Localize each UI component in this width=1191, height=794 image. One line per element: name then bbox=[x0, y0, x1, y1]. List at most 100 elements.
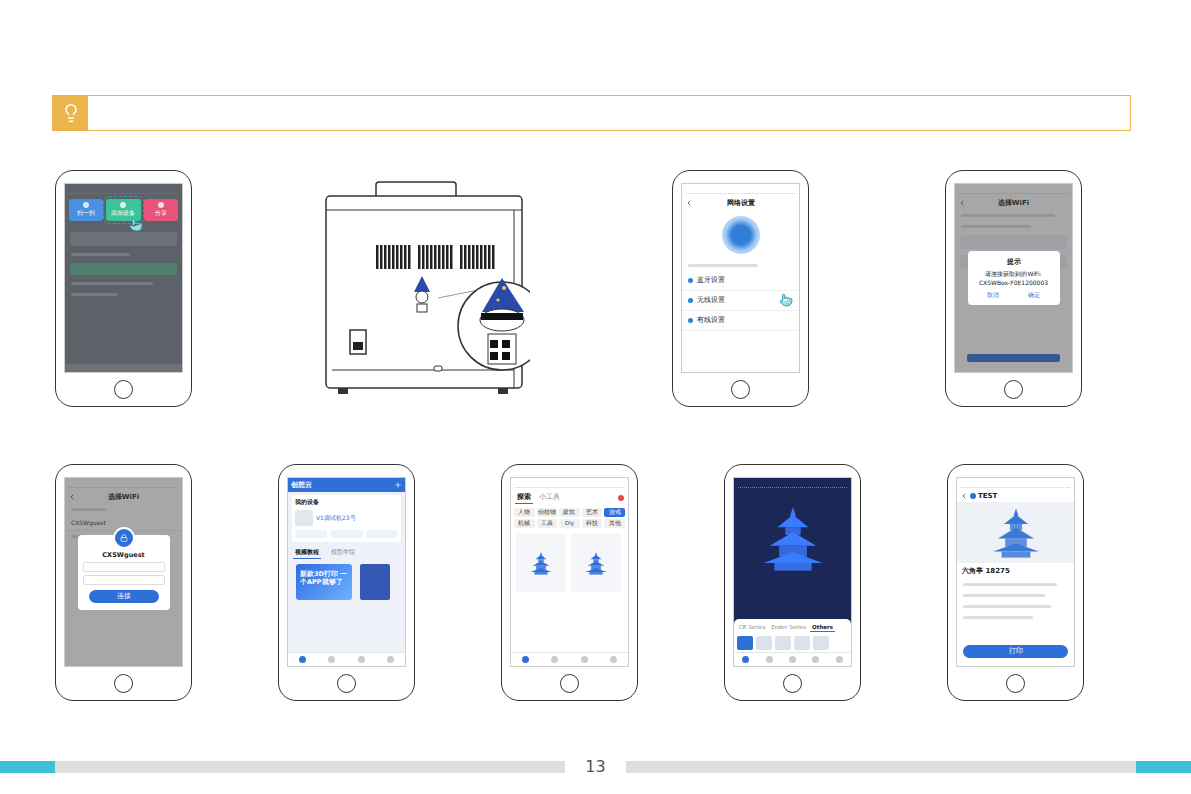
category-chip[interactable]: 其他 bbox=[604, 519, 625, 528]
screen-header: TEST bbox=[957, 490, 1074, 502]
category-chip[interactable]: Diy bbox=[559, 519, 580, 528]
home-button[interactable] bbox=[337, 674, 356, 693]
wizard-qr-icon bbox=[480, 278, 524, 364]
hand-pointer-icon bbox=[779, 293, 793, 309]
nav-tab-icon[interactable] bbox=[551, 656, 558, 663]
dialog-button[interactable]: 取消 bbox=[987, 291, 999, 300]
back-icon[interactable] bbox=[685, 199, 693, 207]
nav-tab-icon[interactable] bbox=[789, 656, 796, 663]
bottom-nav bbox=[511, 652, 628, 666]
category-chip[interactable]: 人物 bbox=[514, 508, 535, 517]
home-button[interactable] bbox=[731, 380, 750, 399]
category-chip[interactable]: 科技 bbox=[582, 519, 603, 528]
printer-model-icon[interactable] bbox=[775, 636, 791, 650]
placeholder-line bbox=[963, 594, 1045, 597]
nav-tab-icon[interactable] bbox=[742, 656, 749, 663]
gift-icon[interactable] bbox=[618, 495, 624, 501]
home-button[interactable] bbox=[1006, 674, 1025, 693]
printer-model-icon[interactable] bbox=[737, 636, 753, 650]
password-input[interactable] bbox=[83, 562, 165, 572]
network-option[interactable]: 蓝牙设置 bbox=[682, 271, 799, 291]
device-action[interactable] bbox=[295, 530, 327, 538]
action-button[interactable]: 分享 bbox=[144, 199, 178, 221]
pagoda-model-icon bbox=[992, 506, 1040, 559]
device-card: 我的设备V1调试机23号 bbox=[292, 495, 401, 542]
category-chip[interactable]: 建筑 bbox=[559, 508, 580, 517]
section-tab[interactable]: 视频教程 bbox=[293, 547, 321, 559]
category-chip[interactable]: 工具 bbox=[537, 519, 558, 528]
nav-tab-icon[interactable] bbox=[581, 656, 588, 663]
network-option[interactable]: 无线设置 bbox=[682, 291, 799, 311]
series-tab[interactable]: Others bbox=[810, 623, 835, 632]
home-button[interactable] bbox=[114, 380, 133, 399]
series-tab[interactable]: CR Series bbox=[737, 623, 767, 632]
device-action[interactable] bbox=[330, 530, 362, 538]
screen-header: 网络设置 bbox=[682, 196, 799, 210]
nav-tab-icon[interactable] bbox=[836, 656, 843, 663]
connect-button[interactable]: 连接 bbox=[89, 590, 159, 603]
category-chip[interactable]: 游戏 bbox=[604, 508, 625, 517]
power-socket-icon bbox=[350, 330, 366, 354]
top-row: 扫一扫添加设备分享 网络设置蓝牙设置无线设置有线设置 选择WiFi提示请连接获取到的… bbox=[0, 170, 1191, 410]
model-card[interactable] bbox=[571, 534, 621, 592]
printer-model-icon[interactable] bbox=[756, 636, 772, 650]
phone-screen: 选择WiFiCXSWguestCXSWguest连接 bbox=[64, 477, 183, 667]
pagoda-model-icon bbox=[530, 551, 552, 575]
modal-overlay: CXSWguest连接 bbox=[65, 478, 182, 666]
tip-bar bbox=[52, 95, 1131, 131]
bottom-nav bbox=[734, 652, 851, 666]
model-card[interactable] bbox=[516, 534, 566, 592]
printer-model-icon[interactable] bbox=[794, 636, 810, 650]
footer-bar bbox=[55, 761, 565, 773]
bottom-nav bbox=[288, 652, 405, 666]
dialog-button[interactable]: 确定 bbox=[1028, 291, 1040, 300]
device-action[interactable] bbox=[366, 530, 398, 538]
home-button[interactable] bbox=[114, 674, 133, 693]
nav-tab-icon[interactable] bbox=[299, 656, 306, 663]
printer-illustration bbox=[318, 170, 530, 406]
nav-tab-icon[interactable] bbox=[812, 656, 819, 663]
action-button[interactable]: 扫一扫 bbox=[69, 199, 103, 221]
action-button[interactable]: 添加设备 bbox=[106, 199, 140, 221]
nav-tab-icon[interactable] bbox=[766, 656, 773, 663]
placeholder-block bbox=[70, 232, 177, 246]
phone-frame: 扫一扫添加设备分享 bbox=[55, 170, 192, 407]
phone-screen: 探索小工具人物动植物建筑艺术游戏机械工具Diy科技其他 bbox=[510, 477, 629, 667]
nav-tab-icon[interactable] bbox=[522, 656, 529, 663]
nav-tab-icon[interactable] bbox=[358, 656, 365, 663]
placeholder-line bbox=[963, 605, 1051, 608]
top-tab[interactable]: 小工具 bbox=[537, 491, 562, 504]
manual-page: 扫一扫添加设备分享 网络设置蓝牙设置无线设置有线设置 选择WiFi提示请连接获取到的… bbox=[0, 0, 1191, 794]
phone-screen: TEST六角亭 18275打印 bbox=[956, 477, 1075, 667]
printer-model-icon[interactable] bbox=[813, 636, 829, 650]
phone-screen: 创想云我的设备V1调试机23号视频教程模型学院新款3D打印 一个APP就够了 bbox=[287, 477, 406, 667]
phone-screen: CR SeriesEnder SeriesOthers bbox=[733, 477, 852, 667]
category-chip[interactable]: 动植物 bbox=[537, 508, 558, 517]
phone-screen: 选择WiFi提示请连接获取到的WiFi: CXSWBox-F0E1200003取… bbox=[954, 183, 1073, 373]
home-button[interactable] bbox=[783, 674, 802, 693]
nav-tab-icon[interactable] bbox=[328, 656, 335, 663]
home-button[interactable] bbox=[1004, 380, 1023, 399]
prompt-dialog: 提示请连接获取到的WiFi: CXSWBox-F0E1200003取消确定 bbox=[968, 251, 1060, 305]
action-icon bbox=[158, 202, 164, 208]
series-tab[interactable]: Ender Series bbox=[769, 623, 808, 632]
top-tab[interactable]: 探索 bbox=[515, 491, 533, 504]
section-tab[interactable]: 模型学院 bbox=[329, 547, 357, 559]
avatar-icon bbox=[970, 493, 976, 499]
lock-icon bbox=[113, 527, 135, 549]
phone-frame: CR SeriesEnder SeriesOthers bbox=[724, 464, 861, 701]
nav-tab-icon[interactable] bbox=[387, 656, 394, 663]
step-slot: 选择WiFi提示请连接获取到的WiFi: CXSWBox-F0E1200003取… bbox=[945, 170, 1082, 407]
password-input[interactable] bbox=[83, 575, 165, 585]
add-icon[interactable] bbox=[394, 481, 402, 489]
network-option[interactable]: 有线设置 bbox=[682, 311, 799, 331]
home-button[interactable] bbox=[560, 674, 579, 693]
print-button[interactable]: 打印 bbox=[963, 645, 1068, 658]
placeholder-line bbox=[688, 264, 758, 267]
category-chip[interactable]: 艺术 bbox=[582, 508, 603, 517]
option-icon bbox=[688, 278, 693, 283]
nav-tab-icon[interactable] bbox=[610, 656, 617, 663]
back-icon[interactable] bbox=[960, 492, 968, 500]
category-chip[interactable]: 机械 bbox=[514, 519, 535, 528]
page-number: 13 bbox=[565, 757, 625, 776]
